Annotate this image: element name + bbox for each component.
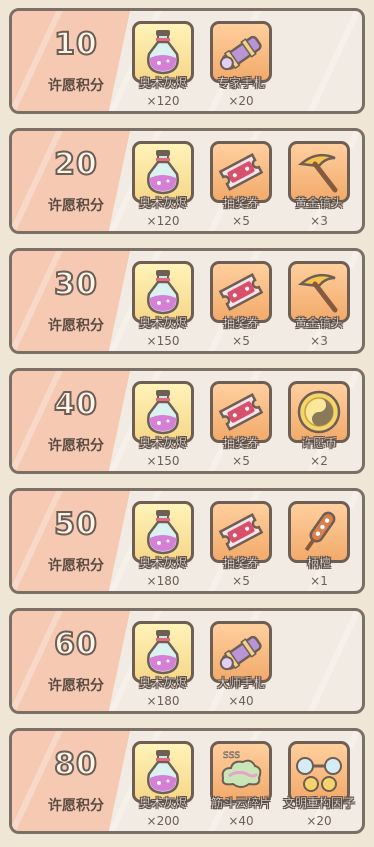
ticket-icon bbox=[210, 501, 272, 563]
pickaxe-icon bbox=[288, 141, 350, 203]
reward-item[interactable]: 奥术灰烬 ×180 bbox=[132, 621, 198, 708]
wish-points-reward-list: 10 许愿积分 奥术灰烬 ×120 专家手札 ×20 20 许愿积分 奥术灰烬 ×120 bbox=[0, 0, 374, 847]
reward-quantity: ×150 bbox=[146, 454, 180, 468]
potion-bottle-icon bbox=[132, 621, 194, 683]
reward-item[interactable]: 黄金镐头 ×3 bbox=[288, 261, 354, 348]
reward-item[interactable]: 文明重构因子 ×20 bbox=[283, 741, 355, 828]
reward-name: 专家手札 bbox=[216, 76, 265, 90]
reward-item[interactable]: SSS 筋斗云碎片 ×40 bbox=[210, 741, 276, 828]
reward-name: 奥术灰烬 bbox=[138, 556, 187, 570]
reward-quantity: ×150 bbox=[146, 334, 180, 348]
reward-tier: 10 许愿积分 奥术灰烬 ×120 专家手札 ×20 bbox=[9, 8, 365, 114]
potion-bottle-icon bbox=[132, 261, 194, 323]
potion-bottle-icon bbox=[132, 741, 194, 803]
reward-quantity: ×40 bbox=[228, 694, 254, 708]
reward-name: 奥术灰烬 bbox=[138, 316, 187, 330]
tier-points-label: 许愿积分 bbox=[48, 558, 104, 574]
reward-quantity: ×5 bbox=[232, 214, 250, 228]
reward-quantity: ×120 bbox=[146, 214, 180, 228]
coin-icon bbox=[288, 381, 350, 443]
reward-name: 奥术灰烬 bbox=[138, 196, 187, 210]
reward-tier: 20 许愿积分 奥术灰烬 ×120 抽奖券 ×5 黄金镐头 ×3 bbox=[9, 128, 365, 234]
potion-bottle-icon bbox=[132, 21, 194, 83]
reward-name: 柄檀 bbox=[306, 556, 331, 570]
reward-quantity: ×3 bbox=[310, 214, 328, 228]
reward-quantity: ×5 bbox=[232, 574, 250, 588]
pickaxe-icon bbox=[288, 261, 350, 323]
reward-quantity: ×2 bbox=[310, 454, 328, 468]
tier-points-label: 许愿积分 bbox=[48, 198, 104, 214]
tier-points-label: 许愿积分 bbox=[48, 438, 104, 454]
reward-item[interactable]: 大师手札 ×40 bbox=[210, 621, 276, 708]
reward-name: 抽奖券 bbox=[222, 196, 259, 210]
reward-name: 抽奖券 bbox=[222, 436, 259, 450]
ticket-icon bbox=[210, 381, 272, 443]
scroll-telescope-icon bbox=[210, 621, 272, 683]
ticket-icon bbox=[210, 141, 272, 203]
reward-quantity: ×5 bbox=[232, 454, 250, 468]
reward-name: 黄金镐头 bbox=[294, 196, 343, 210]
reward-item[interactable]: 许愿币 ×2 bbox=[288, 381, 354, 468]
reward-item[interactable]: 奥术灰烬 ×120 bbox=[132, 21, 198, 108]
reward-quantity: ×1 bbox=[310, 574, 328, 588]
tier-points: 60 bbox=[53, 626, 98, 663]
reward-name: 抽奖券 bbox=[222, 316, 259, 330]
reward-name: 文明重构因子 bbox=[282, 796, 355, 810]
reward-quantity: ×20 bbox=[306, 814, 332, 828]
reward-item[interactable]: 抽奖券 ×5 bbox=[210, 141, 276, 228]
reward-item[interactable]: 奥术灰烬 ×180 bbox=[132, 501, 198, 588]
reward-item[interactable]: 黄金镐头 ×3 bbox=[288, 141, 354, 228]
reward-tier: 40 许愿积分 奥术灰烬 ×150 抽奖券 ×5 许愿币 ×2 bbox=[9, 368, 365, 474]
reward-quantity: ×3 bbox=[310, 334, 328, 348]
ticket-icon bbox=[210, 261, 272, 323]
stick-icon bbox=[288, 501, 350, 563]
potion-bottle-icon bbox=[132, 381, 194, 443]
reward-item[interactable]: 奥术灰烬 ×200 bbox=[132, 741, 198, 828]
reward-name: 奥术灰烬 bbox=[138, 76, 187, 90]
reward-tier: 50 许愿积分 奥术灰烬 ×180 抽奖券 ×5 柄檀 ×1 bbox=[9, 488, 365, 594]
reward-name: 许愿币 bbox=[300, 436, 337, 450]
potion-bottle-icon bbox=[132, 141, 194, 203]
reward-item[interactable]: 奥术灰烬 ×120 bbox=[132, 141, 198, 228]
scroll-telescope-icon bbox=[210, 21, 272, 83]
reward-name: 黄金镐头 bbox=[294, 316, 343, 330]
tier-points-label: 许愿积分 bbox=[48, 78, 104, 94]
reward-item[interactable]: 奥术灰烬 ×150 bbox=[132, 381, 198, 468]
reward-quantity: ×120 bbox=[146, 94, 180, 108]
reward-item[interactable]: 抽奖券 ×5 bbox=[210, 501, 276, 588]
tier-points: 20 bbox=[53, 146, 98, 183]
reward-item[interactable]: 奥术灰烬 ×150 bbox=[132, 261, 198, 348]
reward-name: 奥术灰烬 bbox=[138, 796, 187, 810]
reward-quantity: ×40 bbox=[228, 814, 254, 828]
reward-name: 筋斗云碎片 bbox=[210, 796, 271, 810]
tier-points: 80 bbox=[53, 746, 98, 783]
potion-bottle-icon bbox=[132, 501, 194, 563]
tier-points-label: 许愿积分 bbox=[48, 798, 104, 814]
tier-points: 40 bbox=[53, 386, 98, 423]
svg-text:SSS: SSS bbox=[223, 751, 240, 761]
tier-points-label: 许愿积分 bbox=[48, 318, 104, 334]
tier-points-label: 许愿积分 bbox=[48, 678, 104, 694]
reward-name: 奥术灰烬 bbox=[138, 436, 187, 450]
tier-points: 50 bbox=[53, 506, 98, 543]
cloud-fragment-icon: SSS bbox=[210, 741, 272, 803]
reward-name: 抽奖券 bbox=[222, 556, 259, 570]
reward-quantity: ×200 bbox=[146, 814, 180, 828]
tier-points: 30 bbox=[53, 266, 98, 303]
reward-tier: 60 许愿积分 奥术灰烬 ×180 大师手札 ×40 bbox=[9, 608, 365, 714]
reward-quantity: ×20 bbox=[228, 94, 254, 108]
tier-points: 10 bbox=[53, 26, 98, 63]
reward-item[interactable]: 抽奖券 ×5 bbox=[210, 261, 276, 348]
reward-tier: 30 许愿积分 奥术灰烬 ×150 抽奖券 ×5 黄金镐头 ×3 bbox=[9, 248, 365, 354]
reward-quantity: ×180 bbox=[146, 694, 180, 708]
dumbbell-orb-icon bbox=[288, 741, 350, 803]
reward-name: 大师手札 bbox=[216, 676, 265, 690]
reward-item[interactable]: 抽奖券 ×5 bbox=[210, 381, 276, 468]
reward-tier: 80 许愿积分 奥术灰烬 ×200 SSS 筋斗云碎片 ×40 文明重构因子 ×20 bbox=[9, 728, 365, 834]
reward-item[interactable]: 柄檀 ×1 bbox=[288, 501, 354, 588]
reward-quantity: ×5 bbox=[232, 334, 250, 348]
reward-quantity: ×180 bbox=[146, 574, 180, 588]
reward-item[interactable]: 专家手札 ×20 bbox=[210, 21, 276, 108]
reward-name: 奥术灰烬 bbox=[138, 676, 187, 690]
